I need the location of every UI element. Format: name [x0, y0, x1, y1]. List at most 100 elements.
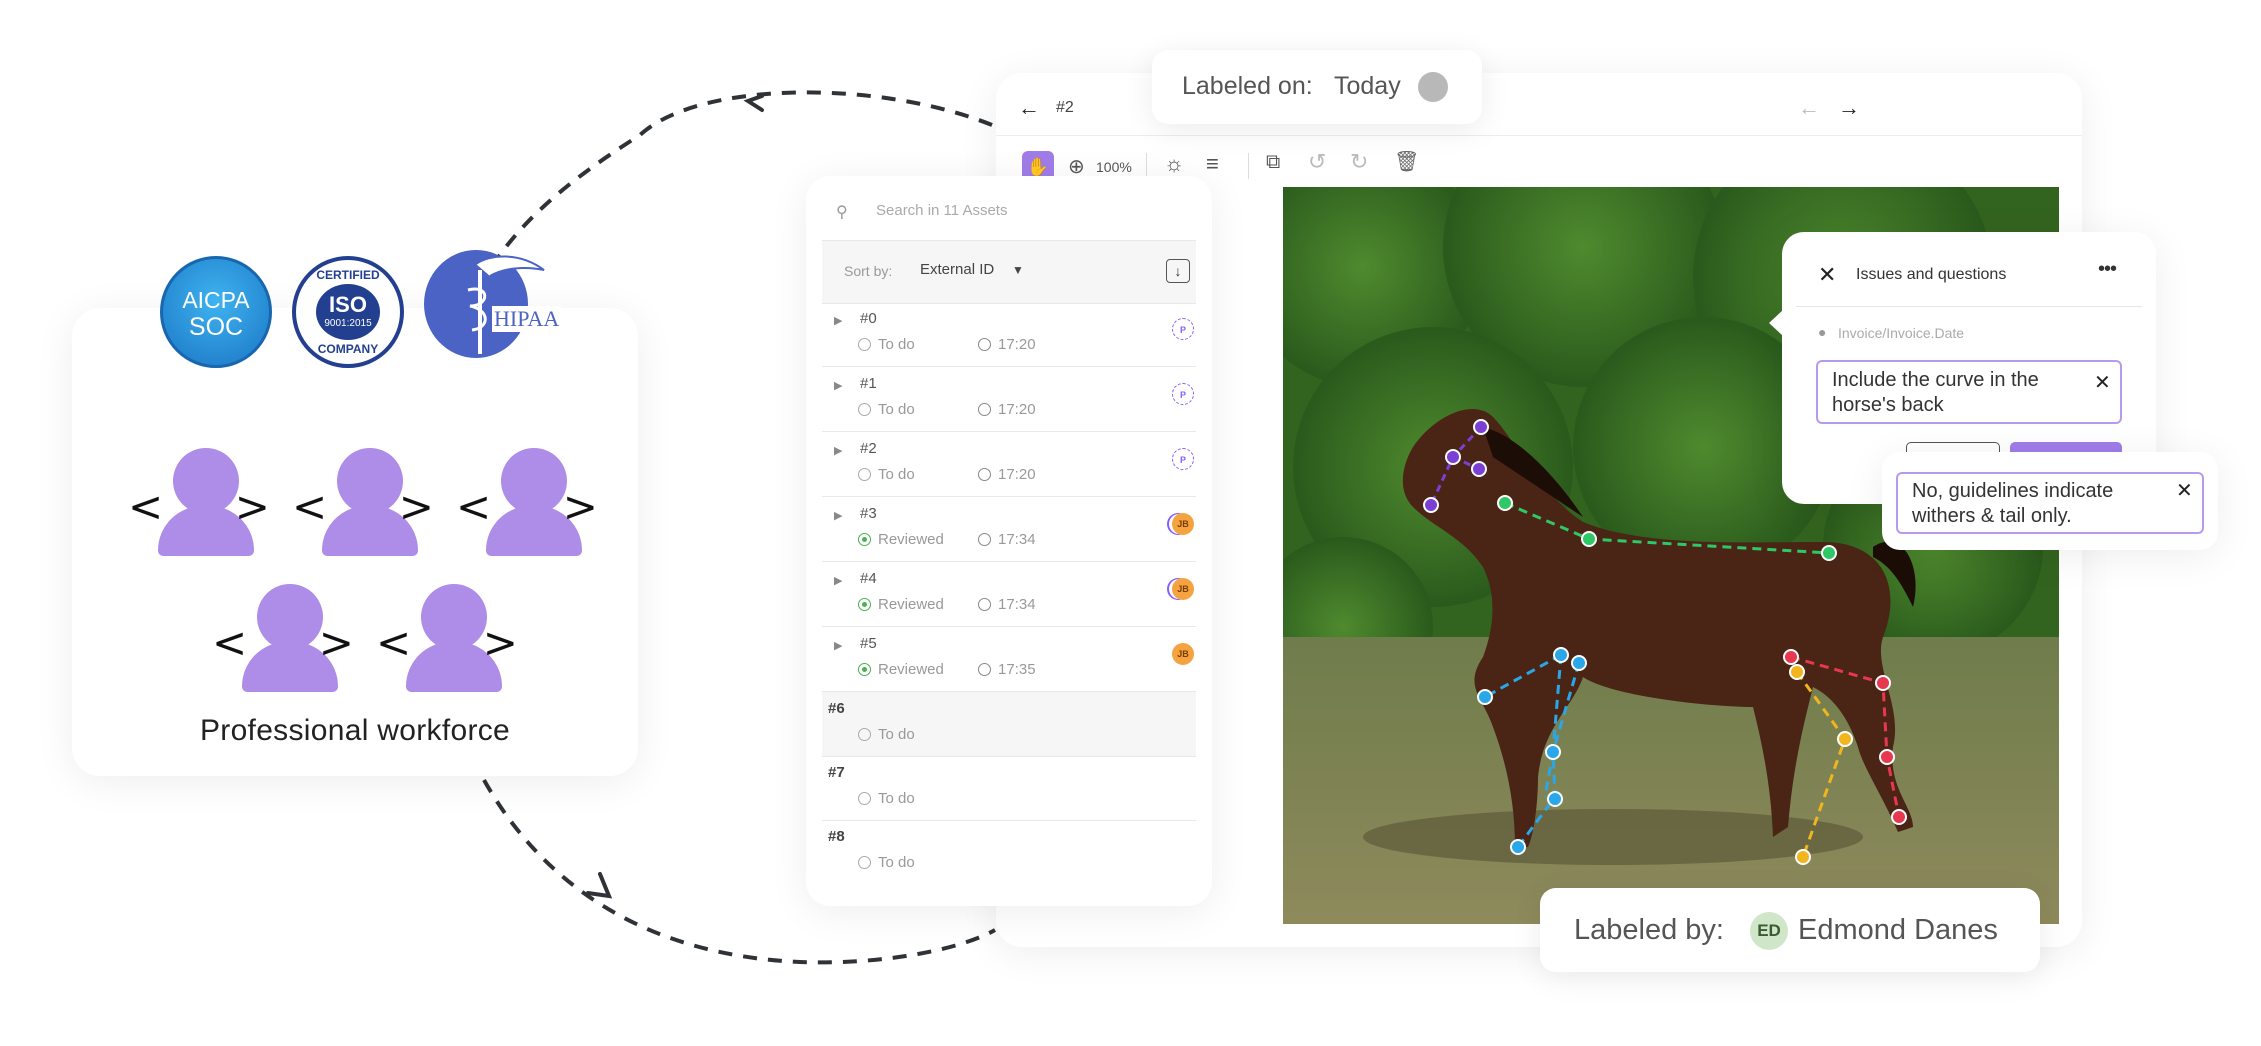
- clock-icon: [978, 338, 991, 351]
- clock-icon: [978, 663, 991, 676]
- workforce-label: Professional workforce: [199, 714, 511, 747]
- person-icon: < >: [292, 448, 434, 558]
- panel-pointer: [1769, 310, 1783, 336]
- iso-certified-icon: CERTIFIED ISO 9001:2015 COMPANY: [292, 256, 404, 368]
- location-pin-icon: ●: [1818, 324, 1827, 340]
- asset-row-id: #7: [828, 764, 845, 781]
- asset-row-id: #6: [828, 700, 845, 717]
- expand-icon[interactable]: ▶: [834, 314, 842, 327]
- iso-company-text: COMPANY: [317, 342, 379, 356]
- expand-icon[interactable]: ▶: [834, 639, 842, 652]
- asset-row[interactable]: #8 To do: [822, 820, 1196, 884]
- asset-row-id: #0: [860, 310, 877, 327]
- sort-direction-button[interactable]: ↓: [1166, 259, 1190, 283]
- avatar: JB: [1172, 643, 1194, 665]
- clock-icon: [978, 468, 991, 481]
- aicpa-soc-icon: AICPA SOC: [160, 256, 272, 368]
- undo-icon[interactable]: ↺: [1308, 149, 1326, 175]
- expand-icon[interactable]: ▶: [834, 444, 842, 457]
- iso-sub-text: 9001:2015: [324, 318, 372, 329]
- sort-label: Sort by:: [844, 263, 893, 279]
- asset-row-time: 17:34: [998, 531, 1036, 548]
- sort-dropdown[interactable]: External ID: [920, 261, 994, 278]
- asset-row-time: 17:35: [998, 661, 1036, 678]
- asset-row[interactable]: ▶ #0 To do 17:20 P: [822, 302, 1196, 367]
- clock-icon: [978, 403, 991, 416]
- expand-icon[interactable]: ▶: [834, 379, 842, 392]
- labeled-by-label: Labeled by:: [1574, 914, 1724, 946]
- delete-icon[interactable]: 🗑: [1394, 149, 1419, 174]
- asset-row-id: #3: [860, 505, 877, 522]
- zoom-level[interactable]: 100%: [1096, 159, 1132, 175]
- status-icon: [858, 403, 871, 416]
- status-icon: [858, 468, 871, 481]
- next-asset-icon[interactable]: →: [1838, 95, 1860, 121]
- reviewed-icon: [858, 598, 871, 611]
- avatar: P: [1172, 448, 1194, 470]
- asset-row[interactable]: ▶ #1 To do 17:20 P: [822, 367, 1196, 432]
- asset-row-id: #5: [860, 635, 877, 652]
- asset-row-time: 17:34: [998, 596, 1036, 613]
- reviewed-icon: [858, 663, 871, 676]
- asset-row-status: To do: [878, 726, 915, 743]
- hipaa-text: HIPAA: [492, 306, 562, 332]
- asset-row[interactable]: ▶ #5 Reviewed 17:35 JB: [822, 627, 1196, 692]
- duplicate-icon[interactable]: ⧉: [1266, 151, 1280, 174]
- close-icon[interactable]: ✕: [1818, 262, 1836, 288]
- asset-row-status: To do: [878, 854, 915, 871]
- reply-text: No, guidelines indicate withers & tail o…: [1912, 480, 2114, 527]
- more-options-icon[interactable]: •••: [2098, 258, 2117, 281]
- reply-input[interactable]: No, guidelines indicate withers & tail o…: [1896, 472, 2204, 534]
- status-icon: [858, 792, 871, 805]
- question-text: Include the curve in the horse's back: [1832, 369, 2039, 416]
- soc-text: SOC: [188, 313, 244, 341]
- search-icon: ⚲: [836, 204, 848, 221]
- asset-row[interactable]: #6 To do: [822, 692, 1196, 757]
- chevron-down-icon[interactable]: ▼: [1012, 263, 1024, 277]
- person-icon: < >: [128, 448, 270, 558]
- asset-row[interactable]: ▶ #3 Reviewed 17:34 JB: [822, 497, 1196, 562]
- back-arrow-icon[interactable]: ←: [1018, 95, 1040, 121]
- asset-row-id: #2: [860, 440, 877, 457]
- iso-main-text: ISO: [329, 292, 367, 317]
- asset-row[interactable]: #7 To do: [822, 756, 1196, 821]
- divider: [1248, 153, 1249, 179]
- status-icon: [858, 338, 871, 351]
- prev-asset-icon[interactable]: ←: [1798, 95, 1820, 121]
- asset-row-id: #8: [828, 828, 845, 845]
- brightness-icon[interactable]: ☼: [1164, 151, 1184, 177]
- redo-icon[interactable]: ↻: [1350, 149, 1368, 175]
- asset-row-status: To do: [878, 401, 915, 418]
- avatar: P: [1172, 318, 1194, 340]
- asset-row-time: 17:20: [998, 466, 1036, 483]
- avatar: P: [1172, 383, 1194, 405]
- status-icon: [858, 856, 871, 869]
- clear-icon[interactable]: ✕: [2176, 478, 2193, 503]
- labeled-by-pill: Labeled by: ED Edmond Danes: [1540, 888, 2040, 972]
- reviewed-icon: [858, 533, 871, 546]
- avatar: JB: [1172, 578, 1194, 600]
- workforce-card: < > < > < > < > < > Professional workforce: [72, 308, 638, 776]
- sort-bar: Sort by: External ID ▼ ↓: [822, 240, 1196, 304]
- search-input[interactable]: Search in 11 Assets: [876, 202, 1176, 219]
- iso-certified-text: CERTIFIED: [316, 268, 380, 282]
- asset-row[interactable]: ▶ #4 Reviewed 17:34 JB: [822, 562, 1196, 627]
- issues-title: Issues and questions: [1856, 266, 2007, 283]
- asset-row-time: 17:20: [998, 401, 1036, 418]
- asset-row[interactable]: ▶ #2 To do 17:20 P: [822, 432, 1196, 497]
- labeled-on-pill: Labeled on: Today: [1152, 50, 1482, 124]
- asset-row-status: Reviewed: [878, 531, 944, 548]
- clear-icon[interactable]: ✕: [2094, 370, 2111, 395]
- asset-row-id: #4: [860, 570, 877, 587]
- avatar: ED: [1750, 912, 1788, 950]
- adjustments-icon[interactable]: ≡: [1206, 151, 1219, 177]
- issue-path: Invoice/Invoice.Date: [1838, 325, 1965, 341]
- question-input[interactable]: Include the curve in the horse's back: [1816, 360, 2122, 424]
- expand-icon[interactable]: ▶: [834, 509, 842, 522]
- expand-icon[interactable]: ▶: [834, 574, 842, 587]
- divider: [1796, 306, 2142, 307]
- status-icon: [858, 728, 871, 741]
- reply-card: No, guidelines indicate withers & tail o…: [1882, 452, 2218, 550]
- clock-icon: [1418, 72, 1448, 102]
- clock-icon: [978, 533, 991, 546]
